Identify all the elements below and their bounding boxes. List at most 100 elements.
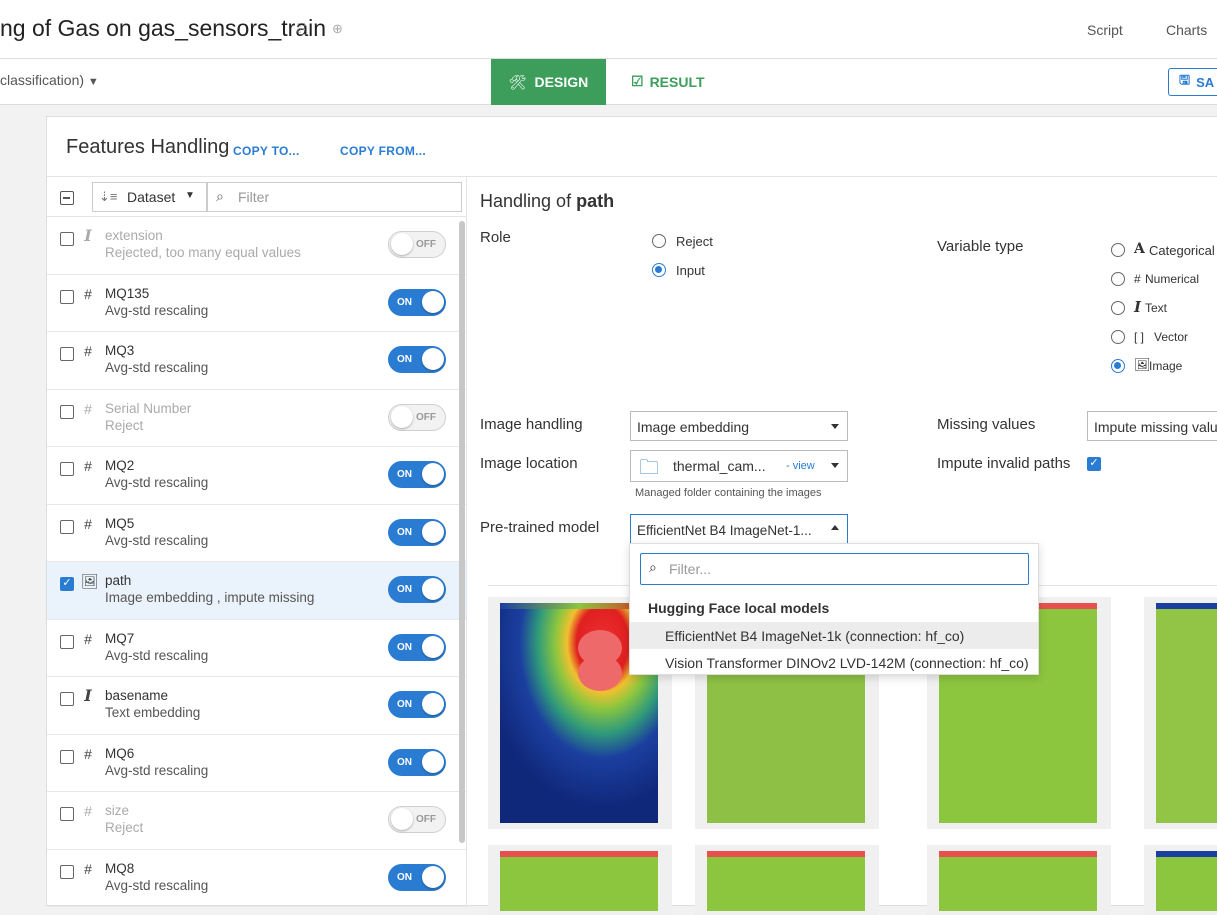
toggle-label: ON <box>397 756 412 768</box>
feature-description: Avg-std rescaling <box>105 475 209 490</box>
feature-description: Avg-std rescaling <box>105 762 209 778</box>
feature-toggle[interactable]: OFF <box>388 403 446 431</box>
feature-checkbox[interactable]: ✓ <box>60 577 74 591</box>
vector-icon: [ ] <box>1134 330 1145 344</box>
feature-toggle[interactable]: ON <box>388 748 446 776</box>
feature-checkbox[interactable] <box>60 289 74 304</box>
tab-design[interactable]: 🛠︎ DESIGN <box>491 59 606 105</box>
feature-toggle[interactable]: ON <box>388 288 446 316</box>
view-link[interactable]: - view <box>786 460 815 472</box>
image-location-value: thermal_cam... <box>673 458 766 474</box>
toggle-knob <box>422 290 444 313</box>
feature-row[interactable]: # Serial Number Reject OFF <box>47 390 466 447</box>
pretrained-model-select[interactable]: EfficientNet B4 ImageNet-1... <box>630 514 848 544</box>
copy-to-link[interactable]: COPY TO... <box>233 144 300 158</box>
feature-name: MQ2 <box>105 458 135 473</box>
impute-invalid-checkbox[interactable]: ✓ <box>1087 457 1101 471</box>
feature-toggle[interactable]: ON <box>388 518 446 546</box>
role-reject-radio[interactable] <box>652 234 666 248</box>
feature-toggle[interactable]: ON <box>388 863 446 891</box>
feature-toggle[interactable]: ON <box>388 633 446 661</box>
vartype-text-radio[interactable] <box>1111 301 1125 315</box>
tab-result[interactable]: ☑ RESULT <box>631 73 705 90</box>
feature-toggle[interactable]: ON <box>388 346 446 373</box>
sort-selector[interactable]: ⇣≡ Dataset ▼ <box>92 182 207 212</box>
numerical-icon: # <box>1134 272 1141 286</box>
feature-description: Avg-std rescaling <box>105 360 209 375</box>
feature-row[interactable]: Iextension Rejected, too many equal value… <box>47 217 466 275</box>
feature-row[interactable]: # MQ135 Avg-std rescaling ON <box>47 275 466 332</box>
feature-toggle[interactable]: ON <box>388 461 446 488</box>
caret-up-icon <box>831 525 839 530</box>
image-handling-select[interactable]: Image embedding <box>630 411 848 441</box>
feature-toggle[interactable]: OFF <box>388 806 446 833</box>
feature-name: size <box>105 803 130 818</box>
toggle-knob <box>422 463 444 485</box>
role-input-radio[interactable] <box>652 263 666 277</box>
vartype-image-radio[interactable] <box>1111 359 1125 373</box>
numeric-type-icon: # <box>84 458 92 474</box>
feature-row[interactable]: # MQ7 Avg-std rescaling ON <box>47 620 466 677</box>
select-all-checkbox[interactable] <box>60 191 74 205</box>
list-scrollbar[interactable] <box>459 221 465 843</box>
feature-row[interactable]: Ibasename Text embedding ON <box>47 677 466 735</box>
feature-description: Avg-std rescaling <box>105 532 209 548</box>
feature-checkbox[interactable] <box>60 634 74 649</box>
model-option[interactable]: EfficientNet B4 ImageNet-1k (connection:… <box>630 622 1038 649</box>
image-thumbnail[interactable] <box>1144 597 1217 829</box>
handling-title-prefix: Handling of <box>480 191 577 211</box>
vartype-numerical-radio[interactable] <box>1111 272 1125 286</box>
copy-from-link[interactable]: COPY FROM... <box>340 144 426 158</box>
model-filter-input[interactable]: ⌕ Filter... <box>640 553 1029 585</box>
feature-description: Avg-std rescaling <box>105 302 209 318</box>
image-thumbnail[interactable] <box>488 845 672 915</box>
feature-row[interactable]: # size Reject OFF <box>47 792 466 850</box>
image-thumbnail[interactable] <box>927 845 1111 915</box>
nav-charts[interactable]: Charts <box>1166 22 1207 38</box>
feature-name: extension <box>105 228 163 243</box>
handling-panel: Handling of path Role Reject Input Varia… <box>468 177 1217 915</box>
feature-filter-input[interactable]: ⌕ Filter <box>207 182 462 212</box>
settings-icon[interactable]: ⊕ <box>330 21 345 36</box>
toggle-label: OFF <box>416 411 436 423</box>
feature-checkbox[interactable] <box>60 347 74 361</box>
copy-icon[interactable]: ⎘ <box>295 21 310 36</box>
feature-row[interactable]: # MQ5 Avg-std rescaling ON <box>47 505 466 562</box>
thermal-image <box>1156 603 1217 823</box>
feature-checkbox[interactable] <box>60 232 74 246</box>
save-button[interactable]: 🖫︎ SA <box>1168 68 1217 96</box>
feature-row[interactable]: # MQ6 Avg-std rescaling ON <box>47 735 466 792</box>
model-task-selector[interactable]: classification) ▼ <box>0 72 99 88</box>
image-handling-value: Image embedding <box>637 419 750 435</box>
missing-values-select[interactable]: Impute missing valu <box>1087 411 1217 441</box>
feature-checkbox[interactable] <box>60 692 74 706</box>
feature-toggle[interactable]: ON <box>388 691 446 718</box>
feature-row[interactable]: # MQ3 Avg-std rescaling ON <box>47 332 466 390</box>
image-thumbnail[interactable] <box>695 845 879 915</box>
feature-row[interactable]: ✓ 🖼︎ path Image embedding , impute missing O… <box>47 562 466 620</box>
vartype-categorical-radio[interactable] <box>1111 243 1125 257</box>
feature-checkbox[interactable] <box>60 807 74 821</box>
feature-checkbox[interactable] <box>60 462 74 476</box>
tab-design-label: DESIGN <box>534 74 589 90</box>
feature-checkbox[interactable] <box>60 519 74 534</box>
feature-checkbox[interactable] <box>60 749 74 764</box>
model-option[interactable]: Vision Transformer DINOv2 LVD-142M (conn… <box>630 649 1038 676</box>
toggle-label: OFF <box>416 814 436 825</box>
vartype-vector-radio[interactable] <box>1111 330 1125 344</box>
variable-type-label: Variable type <box>937 238 1024 255</box>
text-type-icon: I <box>84 226 92 245</box>
feature-row[interactable]: # MQ8 Avg-std rescaling ON <box>47 850 466 907</box>
feature-row[interactable]: # MQ2 Avg-std rescaling ON <box>47 447 466 505</box>
feature-toggle[interactable]: ON <box>388 576 446 603</box>
feature-checkbox[interactable] <box>60 864 74 879</box>
feature-toggle[interactable]: OFF <box>388 231 446 258</box>
toggle-knob <box>422 635 444 658</box>
feature-checkbox[interactable] <box>60 404 74 419</box>
image-thumbnail[interactable] <box>1144 845 1217 915</box>
nav-script[interactable]: Script <box>1087 22 1123 38</box>
vartype-vector-label: Vector <box>1154 330 1189 344</box>
folder-icon: 🗀︎ <box>639 457 659 479</box>
handling-title-var: path <box>576 191 615 211</box>
image-location-select[interactable]: 🗀︎ thermal_cam... - view <box>630 450 848 482</box>
